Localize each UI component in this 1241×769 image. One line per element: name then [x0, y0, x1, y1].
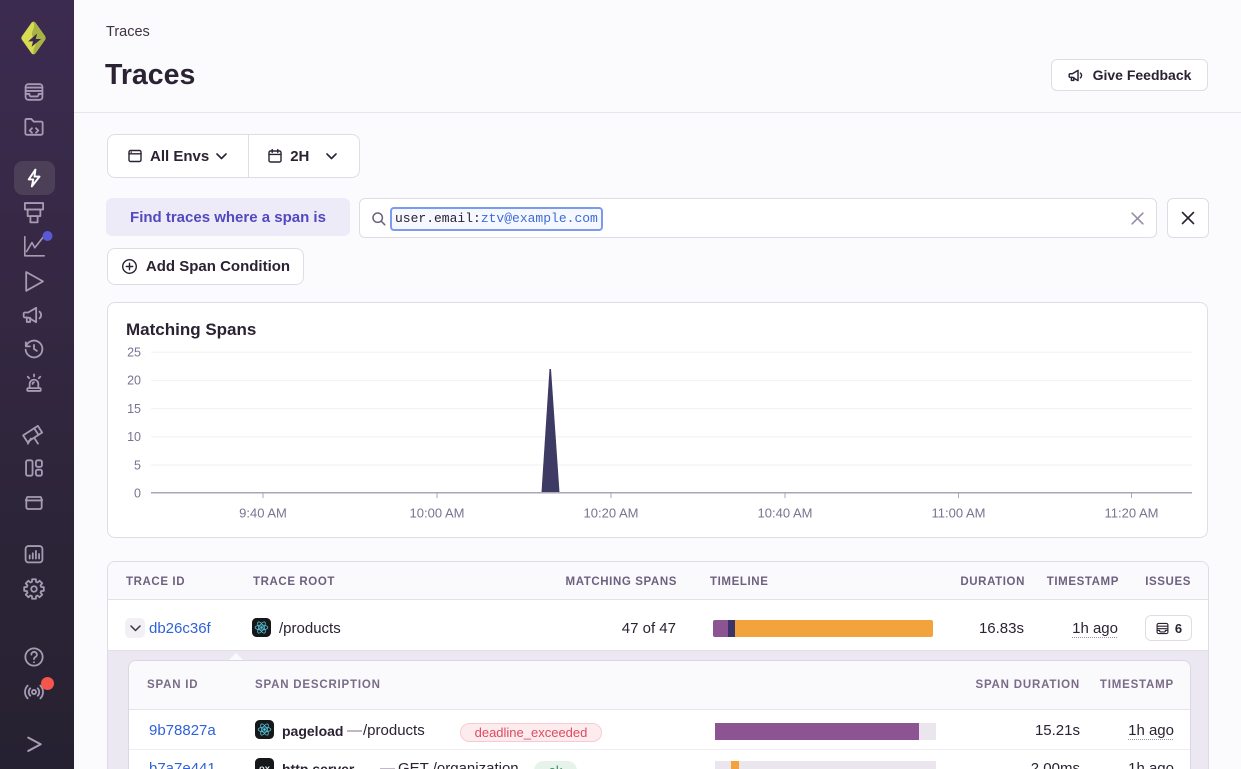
- svg-text:5: 5: [134, 458, 141, 472]
- svg-text:ox: ox: [259, 763, 271, 769]
- svg-text:15: 15: [127, 402, 141, 416]
- svg-text:10:00 AM: 10:00 AM: [410, 506, 465, 521]
- svg-text:0: 0: [134, 487, 141, 501]
- svg-text:10:20 AM: 10:20 AM: [584, 506, 639, 521]
- svg-text:11:20 AM: 11:20 AM: [1105, 506, 1159, 521]
- svg-text:11:00 AM: 11:00 AM: [932, 506, 986, 521]
- svg-text:10:40 AM: 10:40 AM: [758, 506, 813, 521]
- svg-text:20: 20: [127, 374, 141, 388]
- svg-text:9:40 AM: 9:40 AM: [239, 506, 287, 521]
- svg-text:25: 25: [127, 346, 141, 360]
- svg-text:10: 10: [127, 430, 141, 444]
